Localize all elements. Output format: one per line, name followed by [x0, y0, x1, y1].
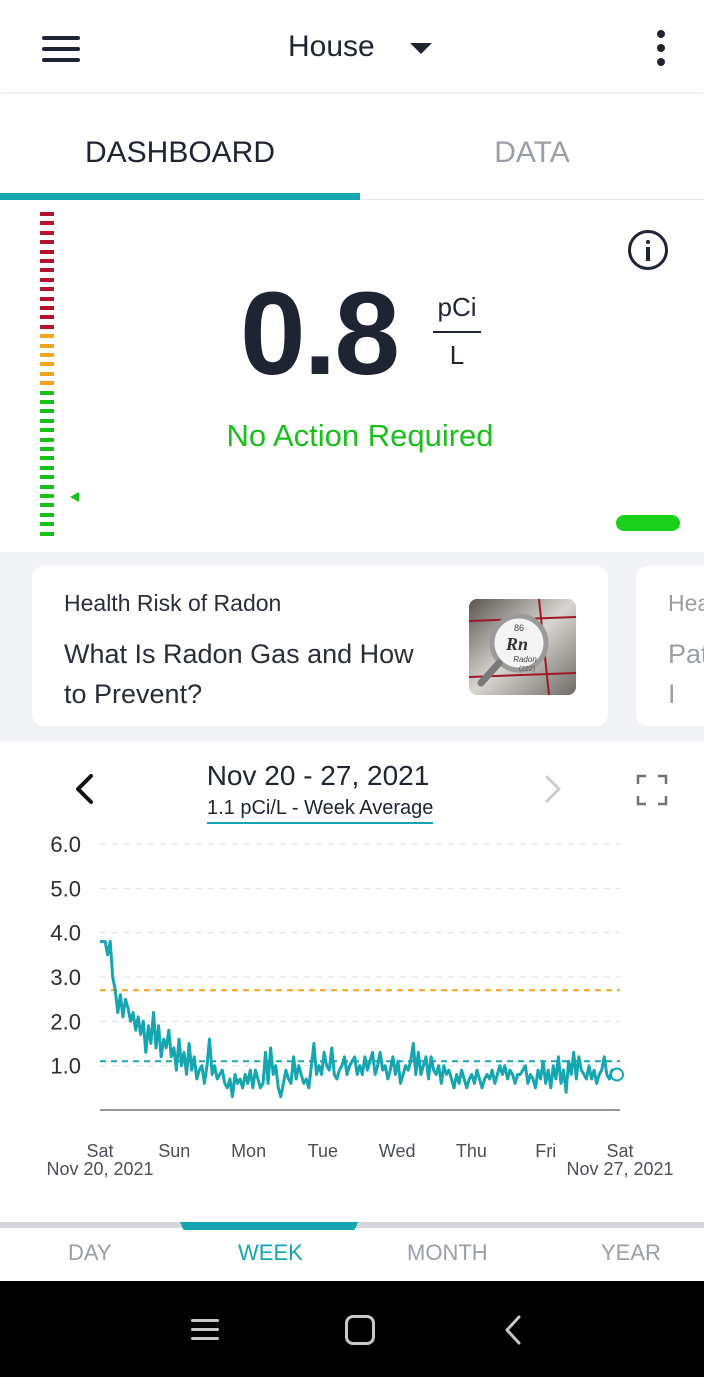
x-tick-label: Sun	[158, 1141, 190, 1161]
gauge-segment	[40, 475, 54, 480]
history-chart-panel: Nov 20 - 27, 2021 1.1 pCi/L - Week Avera…	[0, 742, 704, 1222]
article-card[interactable]: Hea Pat of I	[636, 566, 704, 726]
radon-level-gauge	[40, 212, 54, 542]
gauge-segment	[40, 343, 54, 348]
status-pill	[616, 515, 680, 531]
gauge-segment	[40, 249, 54, 254]
system-navigation-bar	[0, 1281, 704, 1377]
y-tick-label: 4.0	[50, 921, 81, 946]
gauge-segment	[40, 296, 54, 301]
gauge-segment	[40, 353, 54, 357]
fullscreen-icon[interactable]	[636, 774, 668, 806]
article-carousel: Health Risk of Radon What Is Radon Gas a…	[0, 552, 704, 742]
article-category: Hea	[668, 590, 704, 616]
hamburger-menu-icon[interactable]	[42, 34, 82, 64]
more-vertical-icon[interactable]	[652, 30, 672, 68]
info-icon[interactable]	[628, 230, 668, 270]
caret-down-icon[interactable]	[410, 43, 432, 54]
x-tick-label: Thu	[456, 1141, 487, 1161]
gauge-segment	[40, 371, 54, 376]
article-category: Health Risk of Radon	[64, 590, 282, 616]
y-tick-label: 1.0	[50, 1054, 81, 1079]
gauge-segment	[40, 484, 54, 489]
x-tick-label: Sat	[86, 1141, 113, 1161]
gauge-segment	[40, 268, 54, 273]
range-tab-day[interactable]: DAY	[68, 1240, 112, 1266]
range-tab-year[interactable]: YEAR	[601, 1240, 661, 1266]
y-tick-label: 2.0	[50, 1009, 81, 1034]
back-icon[interactable]	[500, 1313, 526, 1347]
current-reading-panel: 0.8 pCi L No Action Required	[0, 200, 704, 552]
x-tick-label: Sat	[606, 1141, 633, 1161]
gauge-segment	[40, 287, 54, 292]
range-tabs: DAY WEEK MONTH YEAR	[0, 1222, 704, 1281]
range-tab-week[interactable]: WEEK	[238, 1240, 303, 1266]
y-tick-label: 3.0	[50, 965, 81, 990]
unit-numerator: pCi	[437, 292, 477, 322]
tab-dashboard[interactable]: DASHBOARD	[0, 92, 360, 200]
y-tick-label: 5.0	[50, 876, 81, 901]
x-tick-label: Tue	[308, 1141, 338, 1161]
gauge-segment	[40, 324, 54, 329]
article-card[interactable]: Health Risk of Radon What Is Radon Gas a…	[32, 566, 608, 726]
element-mass: (222)	[519, 666, 535, 673]
article-title: Pat of I	[668, 639, 704, 709]
gauge-segment	[40, 277, 54, 282]
week-average-link[interactable]: 1.1 pCi/L - Week Average	[207, 797, 434, 824]
element-name: Radon	[513, 655, 537, 664]
location-selector[interactable]: House	[288, 30, 375, 64]
series-line	[100, 940, 617, 1099]
x-tick-label: Wed	[379, 1141, 416, 1161]
range-tab-month[interactable]: MONTH	[407, 1240, 488, 1266]
active-tab-indicator	[0, 193, 360, 200]
latest-point-marker	[610, 1067, 624, 1082]
gauge-segment	[40, 531, 54, 536]
gauge-segment	[40, 221, 54, 226]
recent-apps-icon[interactable]	[191, 1317, 219, 1343]
range-active-indicator	[180, 1222, 358, 1230]
x-tick-label: Fri	[535, 1141, 556, 1161]
gauge-segment	[40, 409, 54, 414]
gauge-segment	[40, 212, 54, 216]
unit-fraction-line	[433, 331, 481, 333]
gauge-segment	[40, 381, 54, 386]
gauge-segment	[40, 512, 54, 517]
gauge-segment	[40, 465, 54, 470]
gauge-segment	[40, 522, 54, 527]
radon-magnifier-image: 86 Rn Radon (222)	[469, 599, 576, 695]
element-symbol: Rn	[505, 634, 528, 654]
gauge-segment	[40, 494, 54, 498]
gauge-segment	[40, 456, 54, 461]
chevron-right-icon[interactable]	[540, 772, 566, 806]
gauge-segment	[40, 240, 54, 245]
element-number: 86	[514, 623, 524, 633]
main-tabs: DASHBOARD DATA	[0, 92, 704, 200]
article-title: What Is Radon Gas and How to Prevent?	[64, 639, 414, 709]
gauge-segment	[40, 400, 54, 404]
gauge-segment	[40, 315, 54, 320]
gauge-segment	[40, 306, 54, 310]
y-tick-label: 6.0	[50, 832, 81, 857]
gauge-segment	[40, 390, 54, 395]
x-tick-date: Nov 27, 2021	[566, 1159, 673, 1179]
gauge-segment	[40, 230, 54, 235]
gauge-segment	[40, 259, 54, 263]
tab-data[interactable]: DATA	[360, 92, 704, 200]
unit-denominator: L	[449, 340, 465, 370]
gauge-segment	[40, 503, 54, 508]
home-icon[interactable]	[345, 1315, 375, 1345]
gauge-pointer-icon	[70, 492, 79, 502]
x-tick-label: Mon	[231, 1141, 266, 1161]
status-message: No Action Required	[226, 418, 494, 453]
x-tick-date: Nov 20, 2021	[46, 1159, 153, 1179]
gauge-segment	[40, 362, 54, 367]
radon-reading-value: 0.8	[240, 268, 400, 400]
radon-history-chart: 6.05.04.03.02.01.0SatNov 20, 2021Sun Mon T…	[46, 832, 673, 1179]
gauge-segment	[40, 334, 54, 339]
app-bar: House	[0, 0, 704, 92]
